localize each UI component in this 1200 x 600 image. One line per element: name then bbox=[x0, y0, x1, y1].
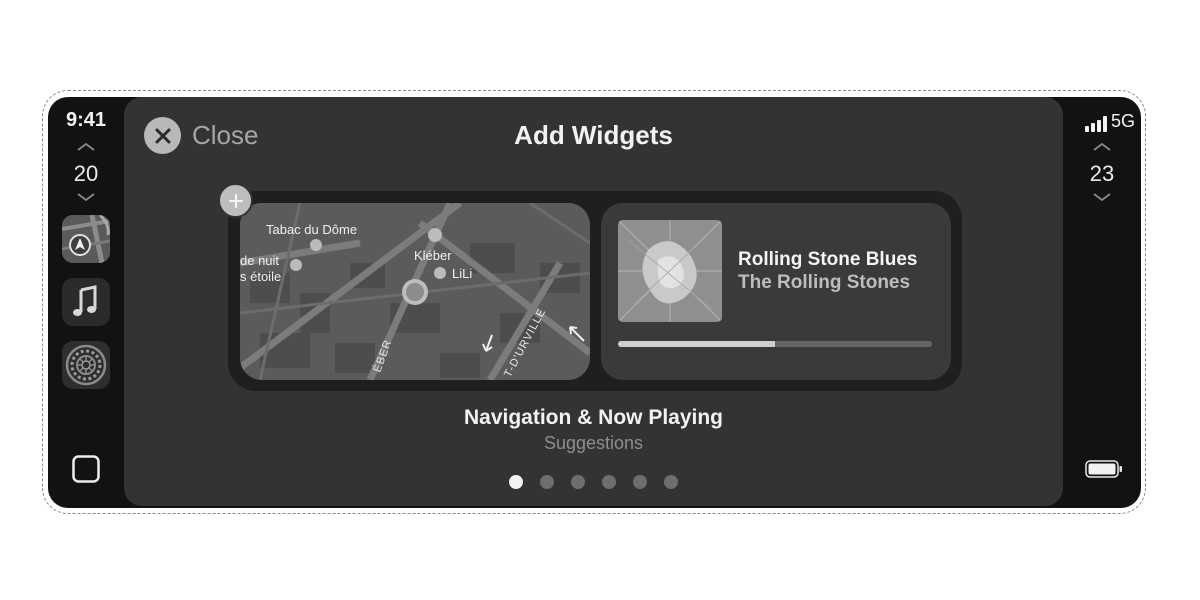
page-dot[interactable] bbox=[602, 475, 616, 489]
playback-progress-fill bbox=[618, 341, 775, 347]
right-rail: 5G 23 bbox=[1063, 97, 1141, 508]
page-dot[interactable] bbox=[509, 475, 523, 489]
right-climate: 23 bbox=[1063, 143, 1141, 205]
now-playing-widget: Rolling Stone Blues The Rolling Stones bbox=[601, 203, 951, 380]
page-dot[interactable] bbox=[571, 475, 585, 489]
widget-name: Navigation & Now Playing bbox=[463, 406, 724, 429]
temp-down-chevron-icon[interactable] bbox=[48, 193, 124, 205]
temp-up-chevron-icon[interactable] bbox=[1063, 143, 1141, 155]
add-widgets-panel: Close Add Widgets Tabac du Dôme de nuit … bbox=[124, 97, 1063, 506]
map-label: de nuit bbox=[240, 253, 279, 268]
battery-icon bbox=[1085, 460, 1123, 483]
settings-app-icon[interactable] bbox=[62, 341, 110, 389]
status-indicators: 5G bbox=[1084, 111, 1135, 132]
right-temperature: 23 bbox=[1089, 161, 1115, 186]
map-widget: Tabac du Dôme de nuit s étoile Kléber Li… bbox=[240, 203, 590, 380]
signal-strength-icon bbox=[1084, 116, 1107, 132]
maps-app-icon[interactable] bbox=[62, 215, 110, 263]
left-temperature: 20 bbox=[73, 161, 99, 186]
left-rail: 9:41 20 bbox=[48, 97, 124, 508]
page-dot[interactable] bbox=[540, 475, 554, 489]
map-label: LiLi bbox=[452, 266, 472, 281]
status-time: 9:41 bbox=[65, 109, 107, 131]
track-artist: The Rolling Stones bbox=[738, 272, 911, 293]
widget-preview[interactable]: Tabac du Dôme de nuit s étoile Kléber Li… bbox=[218, 183, 962, 391]
home-square-icon[interactable] bbox=[72, 455, 100, 483]
left-climate: 20 bbox=[48, 143, 124, 205]
widget-subtitle: Suggestions bbox=[543, 433, 644, 453]
map-label: s étoile bbox=[240, 269, 281, 284]
page-dot[interactable] bbox=[664, 475, 678, 489]
album-art bbox=[618, 220, 722, 322]
temp-up-chevron-icon[interactable] bbox=[48, 143, 124, 155]
page-title: Add Widgets bbox=[514, 120, 673, 150]
page-dot[interactable] bbox=[633, 475, 647, 489]
music-app-icon[interactable] bbox=[62, 278, 110, 326]
playback-progress-bar bbox=[618, 341, 932, 347]
map-label: Kléber bbox=[414, 248, 452, 263]
temp-down-chevron-icon[interactable] bbox=[1063, 193, 1141, 205]
network-type: 5G bbox=[1110, 111, 1135, 131]
map-label: Tabac du Dôme bbox=[266, 222, 357, 237]
page-indicator[interactable] bbox=[124, 475, 1063, 489]
track-title: Rolling Stone Blues bbox=[738, 249, 918, 270]
add-widget-plus-icon[interactable] bbox=[218, 183, 253, 218]
